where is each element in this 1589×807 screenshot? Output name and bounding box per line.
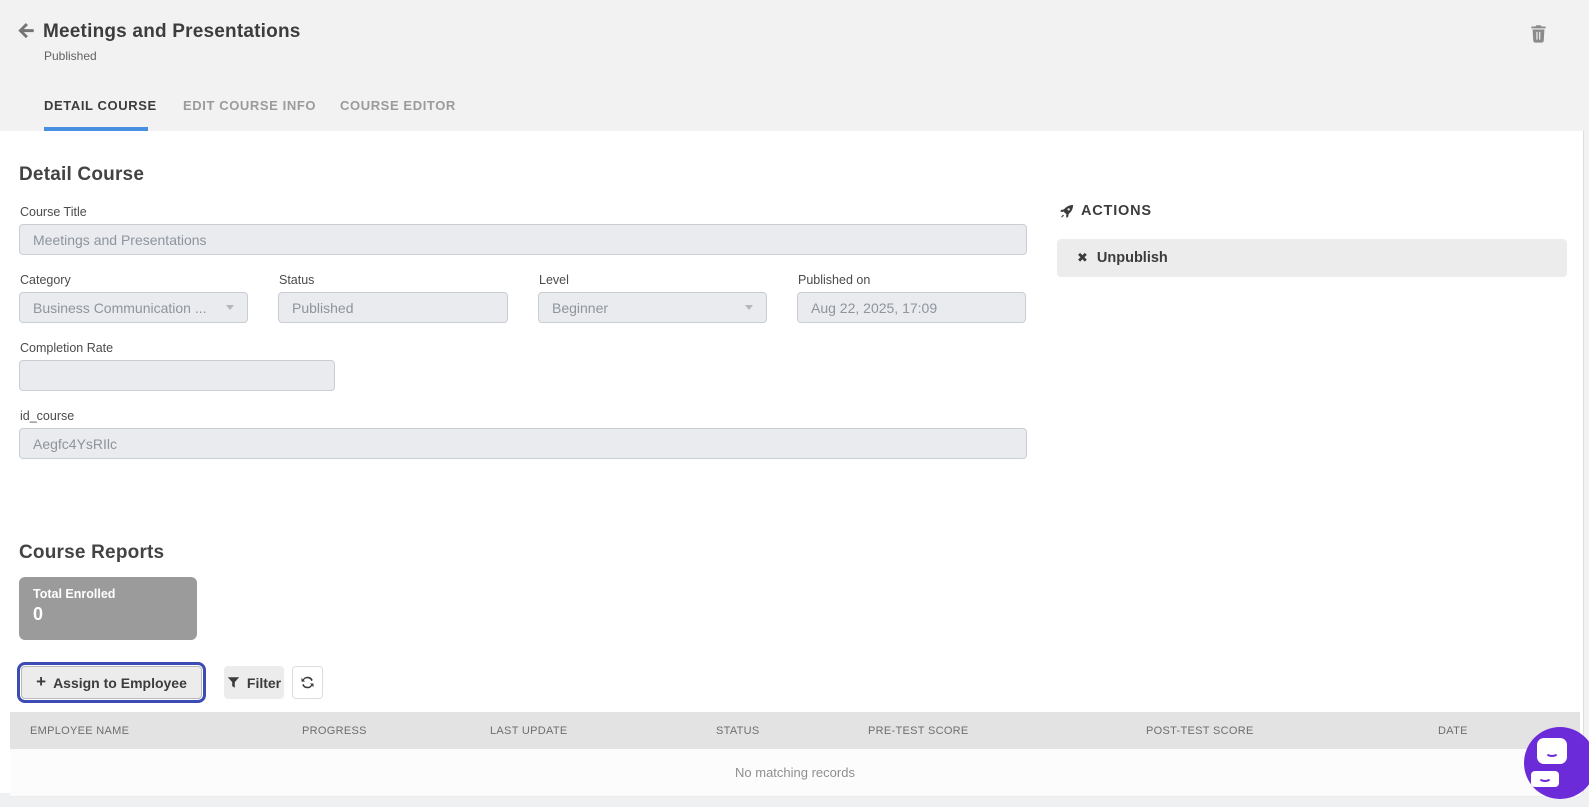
- unpublish-button[interactable]: ✖ Unpublish: [1057, 239, 1567, 277]
- course-title-input[interactable]: [19, 224, 1027, 255]
- plus-icon: +: [36, 673, 46, 690]
- col-pre-test-score[interactable]: PRE-TEST SCORE: [848, 712, 1126, 749]
- table-header-row: EMPLOYEE NAME PROGRESS LAST UPDATE STATU…: [10, 712, 1580, 749]
- category-value: Business Communication ...: [33, 300, 207, 316]
- col-employee-name[interactable]: EMPLOYEE NAME: [10, 712, 282, 749]
- x-icon: ✖: [1077, 250, 1088, 266]
- actions-heading-label: ACTIONS: [1081, 203, 1152, 219]
- total-enrolled-label: Total Enrolled: [33, 587, 183, 601]
- chat-bubble-small-icon: [1531, 771, 1559, 787]
- category-select[interactable]: Business Communication ...: [19, 292, 248, 323]
- refresh-icon: [300, 675, 315, 690]
- filter-button[interactable]: Filter: [224, 666, 284, 699]
- smile-icon: [1538, 772, 1552, 782]
- chat-widget-button[interactable]: [1524, 727, 1589, 799]
- chevron-down-icon: [226, 305, 234, 310]
- delete-course-button[interactable]: [1529, 24, 1549, 44]
- filter-label: Filter: [247, 675, 281, 691]
- rocket-icon: [1059, 204, 1074, 219]
- total-enrolled-card: Total Enrolled 0: [19, 577, 197, 640]
- course-title-label: Course Title: [20, 205, 87, 219]
- status-label: Status: [279, 273, 314, 287]
- status-input[interactable]: [278, 292, 508, 323]
- unpublish-label: Unpublish: [1097, 250, 1168, 266]
- id-course-label: id_course: [20, 409, 74, 423]
- tab-course-editor[interactable]: COURSE EDITOR: [340, 98, 456, 113]
- level-select[interactable]: Beginner: [538, 292, 767, 323]
- completion-rate-label: Completion Rate: [20, 341, 113, 355]
- chat-bubble-icon: [1537, 738, 1567, 764]
- id-course-input[interactable]: [19, 428, 1027, 459]
- page-title: Meetings and Presentations: [43, 21, 301, 43]
- chevron-down-icon: [745, 305, 753, 310]
- assign-to-employee-label: Assign to Employee: [53, 675, 187, 691]
- level-value: Beginner: [552, 300, 608, 316]
- back-button[interactable]: [15, 20, 37, 42]
- page-right-gutter: [1583, 131, 1589, 793]
- completion-rate-input[interactable]: [19, 360, 335, 391]
- smile-icon: [1545, 747, 1559, 757]
- empty-row: No matching records: [10, 749, 1580, 797]
- total-enrolled-value: 0: [33, 604, 183, 625]
- col-last-update[interactable]: LAST UPDATE: [470, 712, 696, 749]
- published-on-label: Published on: [798, 273, 870, 287]
- empty-table-message: No matching records: [10, 749, 1580, 797]
- filter-icon: [227, 676, 240, 689]
- assign-to-employee-button[interactable]: + Assign to Employee: [21, 666, 202, 699]
- status-text: Published: [44, 49, 97, 63]
- page-header: Meetings and Presentations Published DET…: [0, 0, 1589, 131]
- category-label: Category: [20, 273, 71, 287]
- course-reports-table: EMPLOYEE NAME PROGRESS LAST UPDATE STATU…: [10, 712, 1580, 797]
- col-post-test-score[interactable]: POST-TEST SCORE: [1126, 712, 1418, 749]
- level-label: Level: [539, 273, 569, 287]
- published-on-input[interactable]: [797, 292, 1026, 323]
- detail-course-heading: Detail Course: [19, 164, 144, 186]
- tab-detail-course[interactable]: DETAIL COURSE: [44, 98, 157, 113]
- actions-heading: ACTIONS: [1059, 203, 1152, 219]
- col-progress[interactable]: PROGRESS: [282, 712, 470, 749]
- tab-edit-course-info[interactable]: EDIT COURSE INFO: [183, 98, 316, 113]
- trash-icon: [1529, 24, 1549, 43]
- refresh-button[interactable]: [292, 666, 323, 699]
- back-arrow-icon: [15, 20, 37, 42]
- col-status[interactable]: STATUS: [696, 712, 848, 749]
- course-reports-heading: Course Reports: [19, 542, 164, 564]
